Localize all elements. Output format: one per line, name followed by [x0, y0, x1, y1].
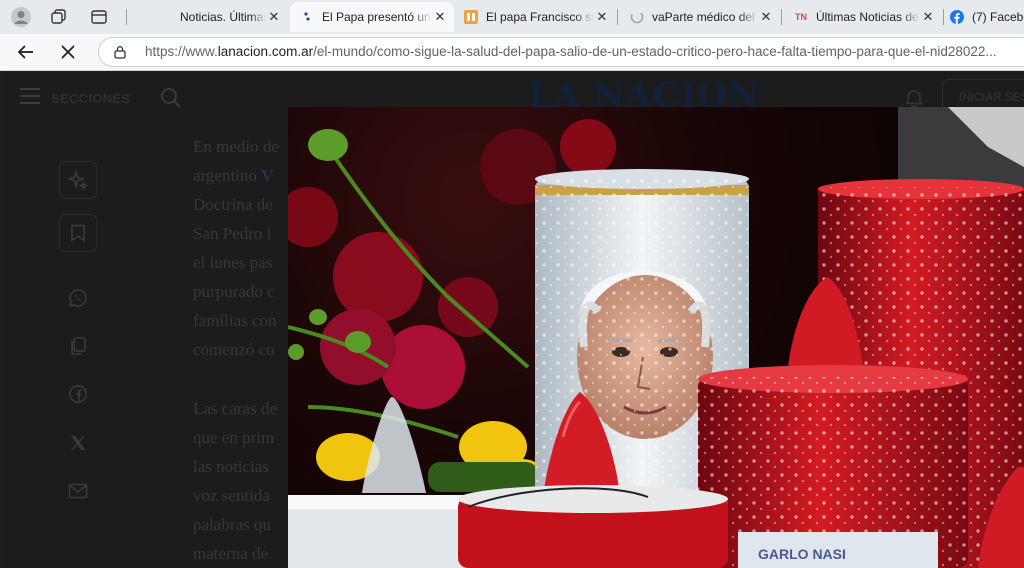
article-line: voz sentida — [193, 486, 270, 506]
tab-separator — [781, 9, 782, 25]
article-line: las noticias — [193, 457, 269, 477]
article-line: materna de — [193, 544, 268, 564]
article-line-text: Doctrina de — [193, 195, 273, 214]
tab-el-papa[interactable]: El Papa presentó una ✕ — [290, 2, 454, 32]
tab-separator — [126, 9, 127, 25]
share-whatsapp-button[interactable] — [67, 287, 89, 309]
tab-ultimas-noticias[interactable]: TN Últimas Noticias de ✕ — [784, 2, 942, 32]
page-viewport: SECCIONES LA NACION INICIAR SESIÓN En me… — [4, 71, 1024, 568]
article-line: que en prim — [193, 428, 274, 448]
share-email-button[interactable] — [67, 480, 89, 502]
article-line: San Pedro l — [193, 224, 271, 244]
tab-separator — [617, 9, 618, 25]
workspaces-icon[interactable] — [48, 6, 70, 28]
mail-icon — [68, 483, 88, 499]
article-line-text: voz sentida — [193, 486, 270, 505]
x-icon — [71, 436, 86, 450]
save-article-button[interactable] — [59, 214, 97, 252]
tab-separator — [943, 9, 944, 25]
article-main-photo[interactable]: GARLO NASI — [288, 107, 1024, 568]
sparkle-icon — [68, 170, 88, 190]
close-icon[interactable]: ✕ — [432, 9, 448, 25]
article-line-text: que en prim — [193, 428, 275, 447]
article-line: En medio de — [193, 137, 279, 157]
bell-icon[interactable] — [904, 88, 924, 108]
close-icon[interactable]: ✕ — [594, 9, 610, 25]
article-line-text: Las caras de — [193, 399, 278, 418]
article-line-text: las noticias — [193, 457, 270, 476]
article-line-text: palabras qu — [193, 515, 271, 534]
tab-papa-francisco[interactable]: El papa Francisco sufrió ✕ — [454, 2, 616, 32]
candle-label-text: GARLO NASI — [758, 546, 846, 562]
tab-noticias[interactable]: Noticias. Últimas noticias de ✕ — [148, 2, 288, 32]
tab-strip: Noticias. Últimas noticias de ✕ El Papa … — [0, 0, 1024, 34]
loading-icon — [630, 10, 644, 24]
article-line: el lunes pas — [193, 253, 272, 273]
whatsapp-icon — [68, 289, 87, 308]
sections-link[interactable]: SECCIONES — [51, 91, 130, 106]
tab-title: Últimas Noticias de — [816, 10, 919, 24]
article-line-text: argentino — [193, 166, 262, 185]
facebook-icon — [69, 385, 87, 403]
ai-summary-button[interactable] — [59, 161, 97, 199]
address-bar-row: https://www.lanacion.com.ar/el-mundo/com… — [0, 34, 1024, 71]
article-line: comenzó co — [193, 340, 275, 360]
lock-icon[interactable] — [113, 45, 127, 59]
red-candle-front: GARLO NASI — [698, 365, 968, 568]
article-line-text: En medio de — [193, 137, 279, 156]
tab-title: Noticias. Últimas noticias de — [180, 10, 266, 24]
share-x-button[interactable] — [67, 432, 89, 454]
tab-title: (7) Facebook — [972, 10, 1024, 24]
close-icon[interactable]: ✕ — [758, 9, 774, 25]
url-field[interactable]: https://www.lanacion.com.ar/el-mundo/com… — [98, 37, 1024, 67]
hamburger-menu-icon[interactable] — [20, 88, 40, 106]
close-icon[interactable]: ✕ — [920, 9, 936, 25]
article-line-text: purpurado c — [193, 282, 275, 301]
article-line: familias con — [193, 311, 277, 331]
copy-icon — [71, 337, 86, 355]
facebook-icon — [950, 10, 964, 24]
close-icon[interactable]: ✕ — [266, 9, 282, 25]
article-line: palabras qu — [193, 515, 271, 535]
tab-actions-icon[interactable] — [88, 6, 110, 28]
article-line-text: San Pedro l — [193, 224, 272, 243]
tab-parte-medico[interactable]: vaParte médico del papa ✕ — [620, 2, 780, 32]
search-icon[interactable] — [160, 87, 182, 109]
article-line: Las caras de — [193, 399, 277, 419]
candles-photo-illustration: GARLO NASI — [288, 107, 1024, 568]
tab-title: El papa Francisco sufrió — [486, 10, 594, 24]
stop-loading-icon[interactable] — [56, 40, 80, 64]
la-nacion-icon — [158, 10, 172, 24]
url-text: https://www.lanacion.com.ar/el-mundo/com… — [145, 44, 997, 59]
copy-link-button[interactable] — [67, 335, 89, 357]
article-line-text: comenzó co — [193, 340, 275, 359]
url-domain: lanacion.com.ar — [217, 44, 314, 59]
article-line-text: materna de — [193, 544, 269, 563]
tn-icon: TN — [795, 12, 807, 22]
bookmark-icon — [71, 224, 85, 242]
article-line: argentino V — [193, 166, 273, 186]
profile-icon[interactable] — [10, 6, 32, 28]
article-line-text: el lunes pas — [193, 253, 273, 272]
news-icon — [464, 10, 478, 24]
article-line-text: familias con — [193, 311, 277, 330]
article-link[interactable]: V — [261, 166, 273, 185]
la-nacion-icon — [300, 10, 314, 24]
share-facebook-button[interactable] — [67, 383, 89, 405]
article-line: Doctrina de — [193, 195, 273, 215]
tab-title: El Papa presentó una — [322, 10, 432, 24]
article-line: purpurado c — [193, 282, 275, 302]
back-arrow-icon[interactable] — [14, 40, 38, 64]
url-prefix: https://www. — [145, 44, 218, 59]
tab-facebook[interactable]: (7) Facebook — [946, 2, 1024, 32]
url-path: /el-mundo/como-sigue-la-salud-del-papa-s… — [313, 44, 997, 59]
tab-title: vaParte médico del papa — [652, 10, 758, 24]
